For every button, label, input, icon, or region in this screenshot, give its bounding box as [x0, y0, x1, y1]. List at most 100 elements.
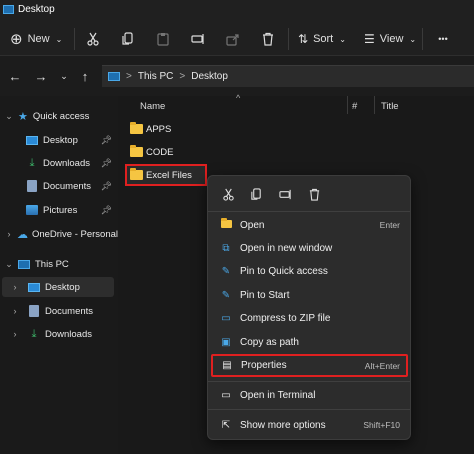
chevron-down-icon: ⌄	[409, 34, 417, 44]
menu-divider	[208, 381, 410, 382]
context-delete-button[interactable]	[306, 186, 322, 202]
menu-item-pin-quick-access[interactable]: ✎ Pin to Quick access	[208, 260, 410, 282]
downloads-icon: ⤓	[29, 156, 35, 169]
sidebar-item-this-pc-downloads[interactable]: › ⤓ Downloads	[2, 324, 114, 344]
toolbar-separator	[288, 28, 289, 50]
trash-icon	[309, 188, 319, 201]
plus-icon: ⊕	[10, 31, 23, 48]
menu-item-shortcut: Alt+Enter	[364, 360, 400, 371]
more-options-icon: ⇱	[221, 419, 231, 431]
up-arrow-icon[interactable]: ↑	[78, 68, 92, 84]
menu-divider	[208, 211, 410, 212]
rename-button[interactable]	[189, 29, 207, 49]
menu-item-open-new-window[interactable]: ⧉ Open in new window	[208, 237, 410, 259]
context-menu: Open Enter ⧉ Open in new window ✎ Pin to…	[207, 175, 411, 440]
sidebar-item-label: Desktop	[43, 134, 78, 146]
menu-item-properties[interactable]: ▤ Properties Alt+Enter	[211, 354, 408, 377]
file-row-apps[interactable]: APPS	[130, 120, 171, 138]
menu-item-label: Pin to Quick access	[240, 265, 328, 277]
back-arrow-icon[interactable]: ←	[8, 68, 22, 84]
menu-item-label: Open in Terminal	[240, 389, 316, 401]
sort-indicator-icon: ^	[236, 93, 241, 103]
sidebar-item-downloads[interactable]: ⤓ Downloads 📌︎	[26, 153, 118, 173]
breadcrumb-separator: >	[179, 71, 186, 82]
pin-icon: 📌︎	[100, 134, 112, 145]
breadcrumb-desktop[interactable]: Desktop	[191, 71, 228, 82]
breadcrumb-this-pc[interactable]: This PC	[138, 71, 174, 82]
chevron-down-icon: ⌄	[5, 110, 13, 121]
view-icon: ☰	[364, 32, 375, 46]
column-divider[interactable]	[374, 96, 375, 114]
context-copy-button[interactable]	[248, 186, 264, 202]
folder-icon	[130, 145, 143, 157]
menu-item-label: Copy as path	[240, 336, 299, 348]
menu-item-label: Pin to Start	[240, 289, 290, 301]
sidebar-item-label: This PC	[35, 258, 69, 270]
sidebar-item-quick-access[interactable]: ⌄ ★ Quick access	[4, 106, 118, 126]
file-row-code[interactable]: CODE	[130, 143, 173, 161]
star-icon: ★	[18, 110, 28, 123]
delete-button[interactable]	[259, 29, 277, 49]
sidebar-item-label: OneDrive - Personal	[31, 228, 118, 240]
sidebar-item-this-pc-documents[interactable]: › Documents	[2, 301, 114, 321]
sidebar-item-documents[interactable]: Documents 📌︎	[26, 176, 118, 196]
sort-button[interactable]: ⇅ Sort ⌄	[298, 29, 346, 49]
title-bar	[0, 0, 474, 22]
copy-button[interactable]	[119, 29, 137, 49]
pictures-icon	[26, 205, 38, 215]
pin-icon: 📌︎	[100, 204, 112, 215]
recent-chevron-icon[interactable]: ⌄	[58, 68, 70, 84]
paste-icon	[157, 33, 169, 46]
downloads-icon: ⤓	[31, 327, 37, 340]
sidebar-item-label: Downloads	[45, 328, 92, 340]
view-button[interactable]: ☰ View ⌄	[364, 29, 416, 49]
column-header-name[interactable]: Name	[140, 101, 165, 112]
paste-button[interactable]	[154, 29, 172, 49]
column-divider[interactable]	[347, 96, 348, 114]
terminal-icon: ▭	[221, 389, 231, 401]
cut-button[interactable]	[84, 29, 102, 49]
menu-item-show-more-options[interactable]: ⇱ Show more options Shift+F10	[208, 414, 410, 436]
address-bar[interactable]: > This PC > Desktop	[102, 65, 474, 87]
forward-arrow-icon[interactable]: →	[34, 68, 48, 84]
sidebar-item-this-pc[interactable]: ⌄ This PC	[4, 254, 118, 274]
menu-item-copy-as-path[interactable]: ▣ Copy as path	[208, 331, 410, 353]
breadcrumb-separator: >	[126, 71, 132, 82]
menu-item-open[interactable]: Open Enter	[208, 214, 410, 236]
sidebar-item-label: Documents	[43, 180, 92, 192]
menu-item-compress-zip[interactable]: ▭ Compress to ZIP file	[208, 307, 410, 329]
chevron-down-icon: ⌄	[5, 258, 13, 269]
sidebar-item-onedrive[interactable]: › ☁ OneDrive - Personal	[4, 224, 118, 244]
properties-icon: ▤	[222, 360, 232, 371]
sidebar-item-this-pc-desktop[interactable]: › Desktop	[2, 277, 114, 297]
new-button[interactable]: ⊕ New ⌄	[10, 29, 62, 49]
this-pc-icon	[18, 259, 30, 269]
navigation-pane: ⌄ ★ Quick access Desktop 📌︎ ⤓ Downloads …	[0, 96, 118, 454]
file-row-excel-files[interactable]: Excel Files	[125, 164, 207, 186]
column-header-number[interactable]: #	[352, 101, 357, 112]
toolbar-separator	[422, 28, 423, 50]
sidebar-item-desktop[interactable]: Desktop 📌︎	[26, 130, 118, 150]
desktop-icon	[26, 135, 38, 145]
menu-item-label: Show more options	[240, 419, 326, 431]
menu-item-pin-start[interactable]: ✎ Pin to Start	[208, 284, 410, 306]
new-label: New	[27, 33, 50, 45]
file-name: CODE	[146, 146, 174, 158]
menu-item-label: Properties	[241, 360, 287, 371]
chevron-right-icon: ›	[7, 229, 11, 239]
context-cut-button[interactable]	[220, 186, 236, 202]
sidebar-item-pictures[interactable]: Pictures 📌︎	[26, 200, 118, 220]
menu-item-label: Open in new window	[240, 242, 333, 254]
menu-item-open-terminal[interactable]: ▭ Open in Terminal	[208, 384, 410, 406]
more-button[interactable]: •••	[432, 29, 454, 49]
menu-item-shortcut: Enter	[379, 220, 400, 230]
app-icon	[3, 5, 14, 14]
folder-icon	[219, 217, 233, 231]
documents-icon	[29, 305, 39, 317]
desktop-icon	[28, 282, 40, 292]
rename-icon	[191, 34, 204, 44]
share-button[interactable]	[224, 29, 242, 49]
menu-item-label: Open	[240, 219, 265, 231]
column-header-title[interactable]: Title	[381, 101, 399, 112]
context-rename-button[interactable]	[277, 186, 293, 202]
